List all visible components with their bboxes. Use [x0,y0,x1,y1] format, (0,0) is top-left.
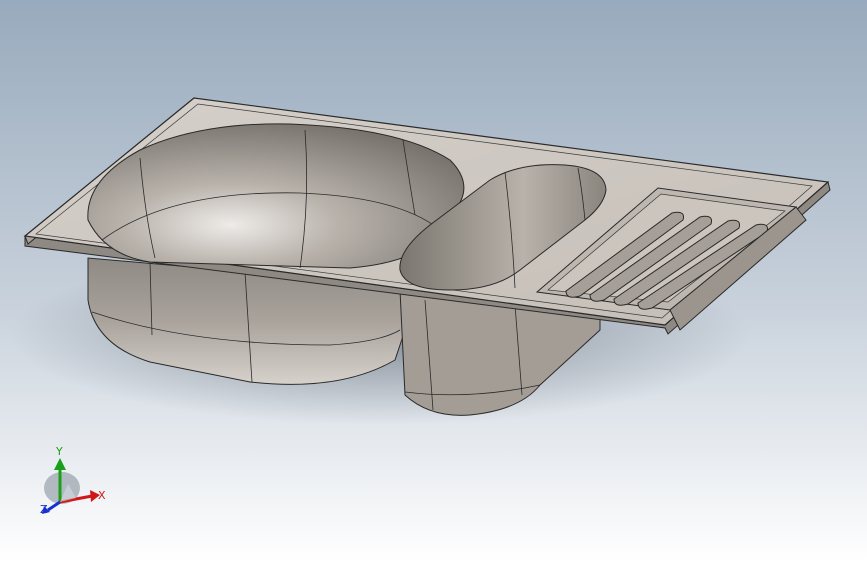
z-axis-icon [47,500,61,512]
triad-axes [42,458,100,514]
y-axis-label: Y [56,445,63,458]
view-orientation-triad[interactable]: X Y Z [30,440,120,530]
x-axis-label: X [98,489,106,502]
graphics-viewport[interactable]: X Y Z [0,0,867,562]
sink-3d-model[interactable] [0,0,867,562]
z-axis-label: Z [40,503,48,516]
